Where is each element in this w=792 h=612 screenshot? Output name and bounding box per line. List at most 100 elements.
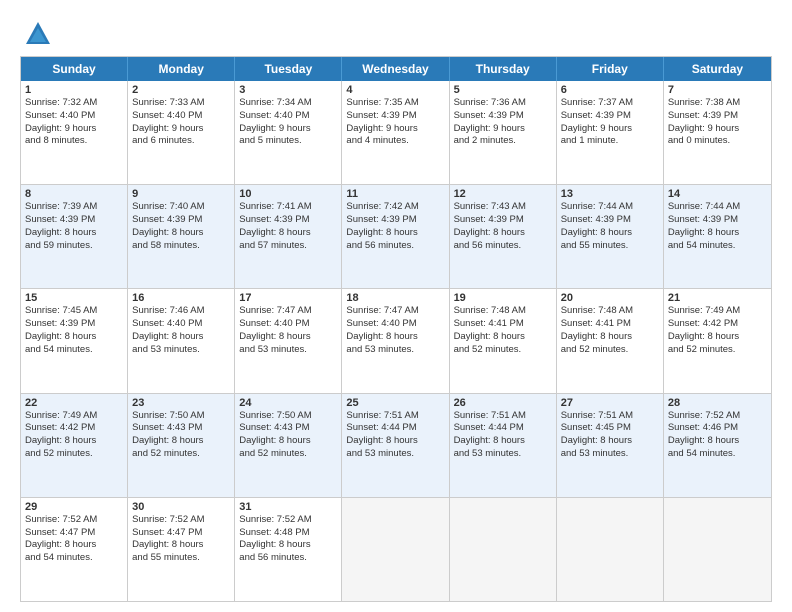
cell-line: Daylight: 9 hours	[454, 123, 552, 136]
cell-line: Sunrise: 7:51 AM	[454, 410, 552, 423]
cell-line: Daylight: 8 hours	[668, 435, 767, 448]
day-number: 12	[454, 188, 552, 200]
cell-line: Daylight: 8 hours	[25, 227, 123, 240]
cell-line: Daylight: 8 hours	[561, 331, 659, 344]
cell-line: Daylight: 8 hours	[454, 435, 552, 448]
day-number: 16	[132, 292, 230, 304]
calendar-row: 29Sunrise: 7:52 AMSunset: 4:47 PMDayligh…	[21, 498, 771, 601]
calendar-cell: 22Sunrise: 7:49 AMSunset: 4:42 PMDayligh…	[21, 394, 128, 497]
cell-line: Daylight: 9 hours	[668, 123, 767, 136]
day-number: 6	[561, 84, 659, 96]
header-day-sunday: Sunday	[21, 57, 128, 81]
day-number: 4	[346, 84, 444, 96]
calendar-cell: 17Sunrise: 7:47 AMSunset: 4:40 PMDayligh…	[235, 289, 342, 392]
cell-line: Daylight: 8 hours	[668, 227, 767, 240]
calendar-cell: 15Sunrise: 7:45 AMSunset: 4:39 PMDayligh…	[21, 289, 128, 392]
cell-line: and 2 minutes.	[454, 135, 552, 148]
calendar-cell	[557, 498, 664, 601]
cell-line: Sunset: 4:39 PM	[346, 110, 444, 123]
cell-line: and 56 minutes.	[239, 552, 337, 565]
cell-line: Daylight: 8 hours	[454, 227, 552, 240]
cell-line: Sunset: 4:40 PM	[132, 318, 230, 331]
cell-line: Sunrise: 7:42 AM	[346, 201, 444, 214]
cell-line: Daylight: 8 hours	[239, 435, 337, 448]
day-number: 9	[132, 188, 230, 200]
cell-line: Sunset: 4:40 PM	[239, 318, 337, 331]
cell-line: Sunrise: 7:44 AM	[561, 201, 659, 214]
cell-line: Sunset: 4:39 PM	[454, 110, 552, 123]
calendar-cell: 27Sunrise: 7:51 AMSunset: 4:45 PMDayligh…	[557, 394, 664, 497]
day-number: 27	[561, 397, 659, 409]
cell-line: Daylight: 8 hours	[239, 227, 337, 240]
cell-line: Daylight: 8 hours	[346, 227, 444, 240]
cell-line: Sunrise: 7:36 AM	[454, 97, 552, 110]
day-number: 26	[454, 397, 552, 409]
cell-line: and 56 minutes.	[346, 240, 444, 253]
calendar-row: 22Sunrise: 7:49 AMSunset: 4:42 PMDayligh…	[21, 394, 771, 498]
cell-line: Sunset: 4:43 PM	[239, 422, 337, 435]
cell-line: and 53 minutes.	[346, 448, 444, 461]
cell-line: Sunset: 4:40 PM	[239, 110, 337, 123]
cell-line: Daylight: 8 hours	[668, 331, 767, 344]
header-day-tuesday: Tuesday	[235, 57, 342, 81]
cell-line: Sunrise: 7:51 AM	[561, 410, 659, 423]
cell-line: and 55 minutes.	[561, 240, 659, 253]
cell-line: Sunset: 4:41 PM	[454, 318, 552, 331]
cell-line: Sunrise: 7:50 AM	[132, 410, 230, 423]
cell-line: Sunset: 4:39 PM	[668, 214, 767, 227]
cell-line: Sunset: 4:39 PM	[561, 110, 659, 123]
calendar-cell: 16Sunrise: 7:46 AMSunset: 4:40 PMDayligh…	[128, 289, 235, 392]
calendar-cell: 4Sunrise: 7:35 AMSunset: 4:39 PMDaylight…	[342, 81, 449, 184]
day-number: 17	[239, 292, 337, 304]
cell-line: Sunrise: 7:52 AM	[239, 514, 337, 527]
cell-line: Sunrise: 7:48 AM	[454, 305, 552, 318]
cell-line: and 52 minutes.	[561, 344, 659, 357]
cell-line: Daylight: 8 hours	[132, 435, 230, 448]
calendar-cell: 7Sunrise: 7:38 AMSunset: 4:39 PMDaylight…	[664, 81, 771, 184]
day-number: 2	[132, 84, 230, 96]
cell-line: and 54 minutes.	[668, 448, 767, 461]
day-number: 23	[132, 397, 230, 409]
header	[20, 16, 772, 48]
cell-line: Sunrise: 7:39 AM	[25, 201, 123, 214]
day-number: 10	[239, 188, 337, 200]
calendar-cell: 30Sunrise: 7:52 AMSunset: 4:47 PMDayligh…	[128, 498, 235, 601]
cell-line: Daylight: 8 hours	[346, 435, 444, 448]
calendar-cell: 8Sunrise: 7:39 AMSunset: 4:39 PMDaylight…	[21, 185, 128, 288]
calendar-cell: 13Sunrise: 7:44 AMSunset: 4:39 PMDayligh…	[557, 185, 664, 288]
cell-line: Sunset: 4:42 PM	[25, 422, 123, 435]
cell-line: Daylight: 9 hours	[346, 123, 444, 136]
calendar-cell: 23Sunrise: 7:50 AMSunset: 4:43 PMDayligh…	[128, 394, 235, 497]
header-day-friday: Friday	[557, 57, 664, 81]
calendar-cell: 29Sunrise: 7:52 AMSunset: 4:47 PMDayligh…	[21, 498, 128, 601]
cell-line: and 52 minutes.	[239, 448, 337, 461]
calendar-cell: 11Sunrise: 7:42 AMSunset: 4:39 PMDayligh…	[342, 185, 449, 288]
cell-line: Daylight: 8 hours	[239, 331, 337, 344]
header-day-thursday: Thursday	[450, 57, 557, 81]
day-number: 22	[25, 397, 123, 409]
cell-line: Daylight: 8 hours	[25, 539, 123, 552]
cell-line: and 53 minutes.	[561, 448, 659, 461]
day-number: 7	[668, 84, 767, 96]
day-number: 8	[25, 188, 123, 200]
cell-line: and 8 minutes.	[25, 135, 123, 148]
cell-line: and 52 minutes.	[454, 344, 552, 357]
calendar-cell: 31Sunrise: 7:52 AMSunset: 4:48 PMDayligh…	[235, 498, 342, 601]
cell-line: Sunrise: 7:49 AM	[668, 305, 767, 318]
calendar-cell: 6Sunrise: 7:37 AMSunset: 4:39 PMDaylight…	[557, 81, 664, 184]
cell-line: and 4 minutes.	[346, 135, 444, 148]
cell-line: Sunrise: 7:52 AM	[132, 514, 230, 527]
day-number: 3	[239, 84, 337, 96]
calendar-cell: 9Sunrise: 7:40 AMSunset: 4:39 PMDaylight…	[128, 185, 235, 288]
cell-line: and 52 minutes.	[25, 448, 123, 461]
cell-line: Sunset: 4:42 PM	[668, 318, 767, 331]
day-number: 11	[346, 188, 444, 200]
calendar-cell: 26Sunrise: 7:51 AMSunset: 4:44 PMDayligh…	[450, 394, 557, 497]
cell-line: Daylight: 8 hours	[132, 539, 230, 552]
cell-line: Sunrise: 7:41 AM	[239, 201, 337, 214]
day-number: 30	[132, 501, 230, 513]
day-number: 5	[454, 84, 552, 96]
cell-line: and 58 minutes.	[132, 240, 230, 253]
day-number: 15	[25, 292, 123, 304]
cell-line: and 52 minutes.	[132, 448, 230, 461]
